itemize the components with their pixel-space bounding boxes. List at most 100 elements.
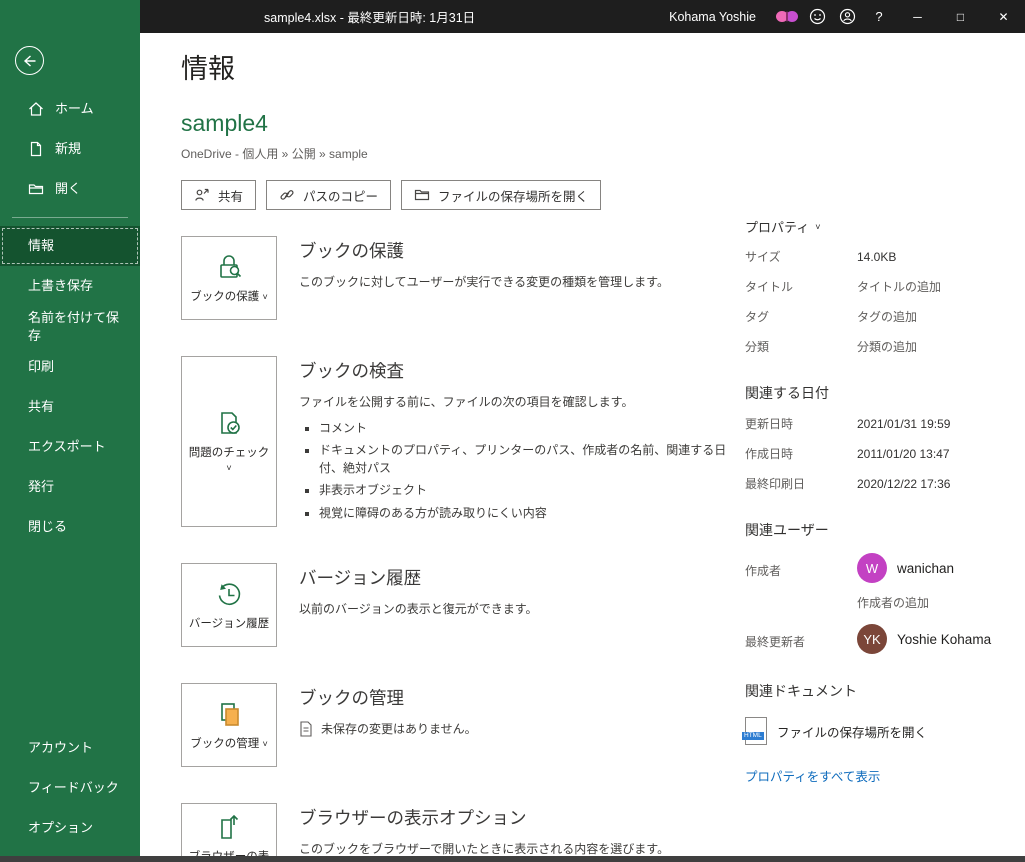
manage-workbook-icon <box>213 698 245 730</box>
section-browser-view-options: ブラウザーの表示オプション ブラウザーの表示オプション このブックをブラウザーで… <box>181 803 745 856</box>
section-text: ブックの保護 このブックに対してユーザーが実行できる変更の種類を管理します。 <box>299 236 744 320</box>
folder-icon <box>414 187 430 203</box>
sidebar-item-label: オプション <box>28 819 93 837</box>
date-row: 更新日時 2021/01/31 19:59 <box>745 414 1017 433</box>
sidebar-item-new[interactable]: 新規 <box>0 129 140 169</box>
version-history-button[interactable]: バージョン履歴 <box>181 563 277 647</box>
protect-workbook-button[interactable]: ブックの保護 ˅ <box>181 236 277 320</box>
add-category-link[interactable]: 分類の追加 <box>857 338 917 355</box>
sidebar-item-save-as[interactable]: 名前を付けて保存 <box>0 306 140 347</box>
show-all-properties-link[interactable]: プロパティをすべて表示 <box>745 766 1017 785</box>
sidebar-item-label: 閉じる <box>28 518 67 536</box>
sidebar-item-account[interactable]: アカウント <box>0 728 140 768</box>
sidebar-item-options[interactable]: オプション <box>0 808 140 848</box>
signed-in-user[interactable]: Kohama Yoshie <box>669 10 756 24</box>
html-document-icon: HTML <box>745 717 767 745</box>
account-icon[interactable] <box>832 0 862 33</box>
modified-date: 2021/01/31 19:59 <box>857 417 950 431</box>
section-text: ブックの管理 未保存の変更はありません。 <box>299 683 744 767</box>
add-tag-link[interactable]: タグの追加 <box>857 308 917 325</box>
sidebar-item-label: 名前を付けて保存 <box>28 309 128 344</box>
chevron-down-icon: ˅ <box>226 463 231 473</box>
breadcrumb: OneDrive - 個人用 » 公開 » sample <box>181 145 745 162</box>
help-icon[interactable]: ? <box>862 0 896 33</box>
titlebar-right: Kohama Yoshie ? ─ □ ✕ <box>669 0 1025 33</box>
sidebar-item-save[interactable]: 上書き保存 <box>0 266 140 306</box>
sidebar-item-label: 発行 <box>28 478 54 496</box>
open-file-location-button[interactable]: ファイルの保存場所を開く <box>401 180 601 210</box>
browser-view-options-button[interactable]: ブラウザーの表示オプション <box>181 803 277 856</box>
section-description: ファイルを公開する前に、ファイルの次の項目を確認します。 <box>299 393 744 411</box>
new-document-icon <box>28 141 44 157</box>
sidebar-item-feedback[interactable]: フィードバック <box>0 768 140 808</box>
sidebar-item-share[interactable]: 共有 <box>0 387 140 427</box>
author-avatar: W <box>857 553 887 583</box>
backstage-info-page: 情報 sample4 OneDrive - 個人用 » 公開 » sample … <box>140 33 745 856</box>
related-dates-heading: 関連する日付 <box>745 383 1017 403</box>
profile-picture[interactable] <box>772 0 802 33</box>
property-row: タグ タグの追加 <box>745 307 1017 326</box>
sidebar-item-open[interactable]: 開く <box>0 169 140 209</box>
tile-label: バージョン履歴 <box>189 617 269 632</box>
check-for-issues-button[interactable]: 問題のチェック ˅ <box>181 356 277 527</box>
page-title: 情報 <box>181 47 745 86</box>
size-value: 14.0KB <box>857 250 896 264</box>
share-button[interactable]: 共有 <box>181 180 256 210</box>
open-file-location-link[interactable]: HTML ファイルの保存場所を開く <box>745 717 1017 745</box>
feedback-smiley-icon[interactable] <box>802 0 832 33</box>
section-description: このブックをブラウザーで開いたときに表示される内容を選びます。 <box>299 840 744 856</box>
section-text: ブックの検査 ファイルを公開する前に、ファイルの次の項目を確認します。 コメント… <box>299 356 744 527</box>
maximize-button[interactable]: □ <box>939 0 982 33</box>
author-name: wanichan <box>897 561 954 576</box>
sidebar-divider <box>12 217 128 218</box>
open-file-location-text: ファイルの保存場所を開く <box>777 722 927 741</box>
properties-panel: プロパティ ˅ サイズ 14.0KB タイトル タイトルの追加 タグ タグの追加… <box>745 33 1017 785</box>
section-title: ブックの管理 <box>299 685 744 710</box>
open-file-location-label: ファイルの保存場所を開く <box>438 186 588 205</box>
sidebar-item-label: 開く <box>55 180 81 198</box>
window-bottom-edge <box>0 856 1025 862</box>
copy-path-button[interactable]: パスのコピー <box>266 180 391 210</box>
properties-dropdown[interactable]: プロパティ ˅ <box>745 217 1017 236</box>
sidebar-item-close[interactable]: 閉じる <box>0 507 140 547</box>
inspect-check-icon <box>213 407 245 439</box>
sidebar-item-publish[interactable]: 発行 <box>0 467 140 507</box>
last-printed-date: 2020/12/22 17:36 <box>857 477 950 491</box>
property-row: 分類 分類の追加 <box>745 337 1017 356</box>
inspect-items-list: コメント ドキュメントのプロパティ、プリンターのパス、作成者の名前、関連する日付… <box>299 420 744 522</box>
sidebar-item-home[interactable]: ホーム <box>0 89 140 129</box>
sidebar-nav: ホーム 新規 開く 情報 上書き保存 名前を付けて保存 印刷 共有 <box>0 89 140 547</box>
section-inspect-workbook: 問題のチェック ˅ ブックの検査 ファイルを公開する前に、ファイルの次の項目を確… <box>181 356 745 527</box>
sidebar-spacer <box>0 547 140 728</box>
chevron-down-icon: ˅ <box>815 222 820 232</box>
document-title: sample4 <box>181 110 745 137</box>
sidebar-item-export[interactable]: エクスポート <box>0 427 140 467</box>
section-title: ブラウザーの表示オプション <box>299 805 744 830</box>
date-row: 最終印刷日 2020/12/22 17:36 <box>745 474 1017 493</box>
related-people-heading: 関連ユーザー <box>745 520 1017 540</box>
last-modified-by-row: 最終更新者 YK Yoshie Kohama <box>745 624 1017 654</box>
sidebar-item-label: 印刷 <box>28 358 54 376</box>
lock-magnifier-icon <box>213 251 245 283</box>
author-row: 作成者 W wanichan <box>745 553 1017 583</box>
sidebar-item-label: エクスポート <box>28 438 106 456</box>
modifier-contact[interactable]: YK Yoshie Kohama <box>857 624 991 654</box>
document-icon <box>299 721 313 737</box>
link-icon <box>279 187 295 203</box>
sidebar-item-print[interactable]: 印刷 <box>0 347 140 387</box>
close-button[interactable]: ✕ <box>982 0 1025 33</box>
section-manage-workbook: ブックの管理 ˅ ブックの管理 未保存の変更はありません。 <box>181 683 745 767</box>
sidebar-item-label: ホーム <box>55 100 94 118</box>
author-contact[interactable]: W wanichan <box>857 553 954 583</box>
list-item: ドキュメントのプロパティ、プリンターのパス、作成者の名前、関連する日付、絶対パス <box>319 442 744 477</box>
created-date: 2011/01/20 13:47 <box>857 447 950 461</box>
sidebar-item-info[interactable]: 情報 <box>0 226 140 266</box>
backstage-sidebar: ホーム 新規 開く 情報 上書き保存 名前を付けて保存 印刷 共有 <box>0 0 140 856</box>
add-title-link[interactable]: タイトルの追加 <box>857 278 941 295</box>
add-author-link[interactable]: 作成者の追加 <box>857 594 1017 611</box>
sidebar-item-label: 情報 <box>28 237 54 255</box>
manage-workbook-button[interactable]: ブックの管理 ˅ <box>181 683 277 767</box>
back-button[interactable] <box>15 46 44 75</box>
minimize-button[interactable]: ─ <box>896 0 939 33</box>
copy-path-button-label: パスのコピー <box>303 186 378 205</box>
